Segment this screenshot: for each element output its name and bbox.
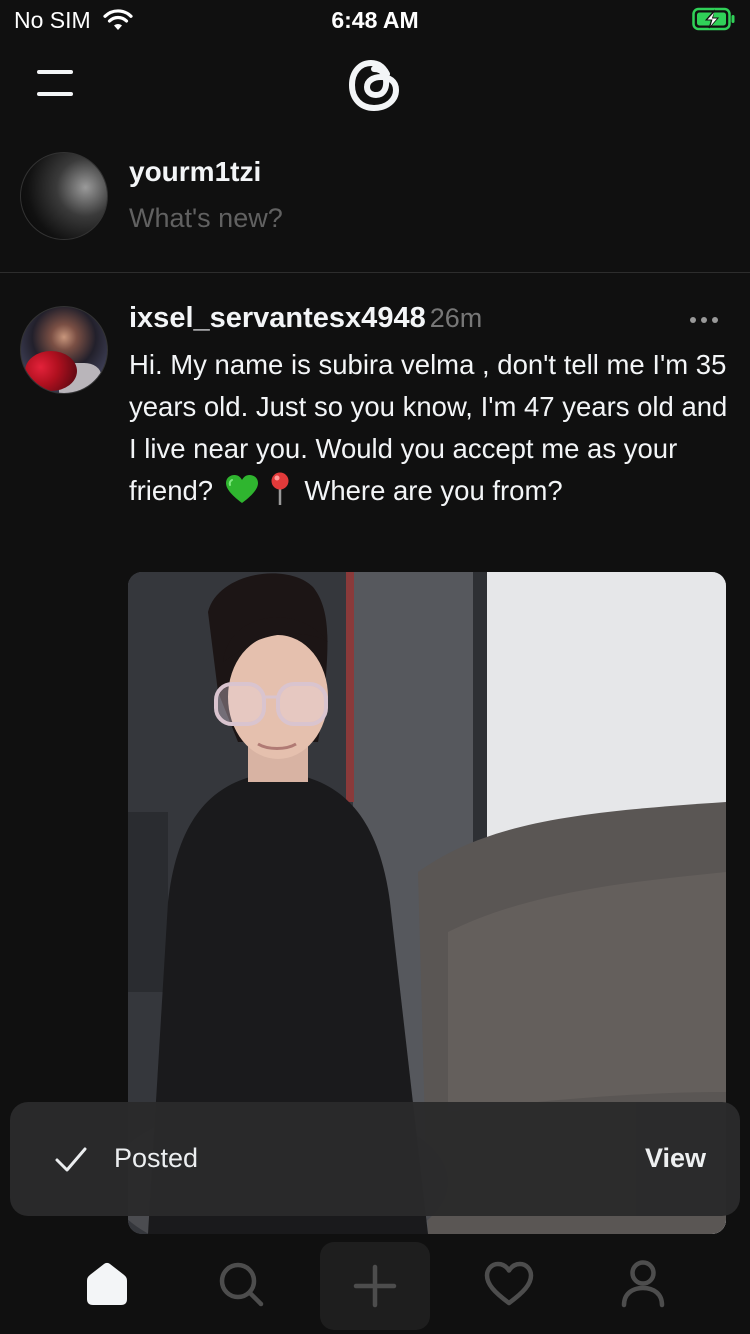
menu-button[interactable] [37,70,75,100]
round-pushpin-icon [271,472,289,505]
more-dot [712,317,718,323]
posted-toast: Posted View [10,1102,740,1216]
composer-avatar[interactable] [20,152,108,240]
toast-message: Posted [114,1143,199,1173]
tab-profile[interactable] [588,1234,698,1334]
post-text: Hi. My name is subira velma , don't tell… [129,344,729,512]
profile-icon [621,1260,665,1308]
new-thread-prompt[interactable]: What's new? [129,203,283,234]
post-author-line: ixsel_servantesx4948 26m [129,302,482,335]
tab-home[interactable] [52,1234,162,1334]
divider [0,272,750,273]
avatar-photo-detail [25,351,77,391]
home-icon [87,1262,127,1305]
menu-icon-bar [37,92,73,96]
status-time: 6:48 AM [331,7,419,33]
threads-logo-icon[interactable] [342,52,406,118]
more-dot [690,317,696,323]
post-text-question: Where are you from? [304,475,563,506]
post-timestamp: 26m [429,303,483,333]
more-options-button[interactable] [688,314,720,328]
compose-icon [353,1264,397,1308]
more-dot [701,317,707,323]
checkmark-icon [55,1147,87,1172]
battery-charging-icon [692,7,735,31]
tab-activity[interactable] [454,1234,564,1334]
post-author-username[interactable]: ixsel_servantesx4948 [129,302,426,334]
menu-icon-bar [37,70,73,74]
status-bar: No SIM 6:48 AM [0,0,750,44]
green-heart-icon [225,475,258,503]
post-author-avatar[interactable] [20,306,108,394]
view-post-button[interactable]: View [645,1143,706,1174]
tab-compose[interactable] [320,1242,430,1330]
search-icon [219,1262,264,1307]
tab-search[interactable] [186,1234,296,1334]
tab-bar [0,1234,750,1334]
composer-username: yourm1tzi [129,156,262,187]
activity-heart-icon [484,1261,534,1306]
